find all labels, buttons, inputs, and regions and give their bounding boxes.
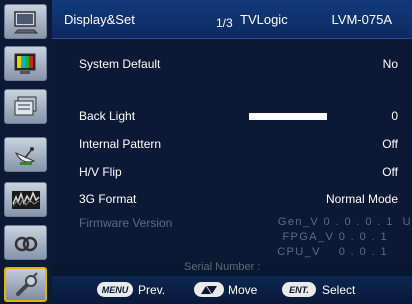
menu-item-label: System Default (79, 57, 161, 71)
sidebar-item-display[interactable] (4, 4, 47, 39)
firmware-fpga-version: FPGA_V 0 . 0 . 1 (282, 231, 388, 243)
menu-item-label: Back Light (79, 109, 136, 123)
enter-key-icon: ENT. (282, 282, 316, 297)
serial-number-label: Serial Number : (184, 261, 261, 273)
menu-header: Display&Set 1/3 TVLogic LVM-075A (52, 0, 412, 39)
menu-item-value: 0 (391, 109, 398, 123)
model-name: LVM-075A (331, 12, 392, 27)
tools-icon (15, 271, 38, 296)
sidebar-item-color[interactable] (4, 46, 47, 81)
menu-key-icon: MENU (97, 282, 133, 297)
page-indicator: 1/3 (216, 16, 233, 30)
menu-item-label: Internal Pattern (79, 137, 162, 151)
firmware-gen-version: Gen_V 0 . 0 . 0 . 1 U (277, 216, 412, 228)
sidebar-item-scopes[interactable] (4, 182, 47, 217)
menu-item-internal-pattern[interactable]: Internal Pattern Off (52, 133, 412, 155)
key-guide-footer: MENU Prev. Move ENT. Select (52, 276, 412, 304)
satellite-dish-icon (14, 146, 35, 165)
monitor-icon (13, 10, 38, 33)
menu-list: System Default No Back Light 0 Internal … (52, 39, 412, 273)
color-bars-icon (14, 53, 35, 74)
up-down-key-icon (194, 282, 224, 297)
back-light-slider-fill (249, 113, 327, 120)
sidebar-item-windows[interactable] (4, 89, 47, 124)
menu-item-3g-format[interactable]: 3G Format Normal Mode (52, 188, 412, 210)
menu-item-hv-flip[interactable]: H/V Flip Off (52, 161, 412, 183)
waveform-icon (11, 190, 40, 209)
sidebar-item-system[interactable] (4, 267, 47, 302)
page-title: Display&Set (64, 12, 135, 27)
audio-link-icon (14, 236, 37, 251)
menu-item-value: No (382, 57, 398, 71)
prev-label: Prev. (138, 283, 166, 297)
menu-item-value: Off (382, 165, 398, 179)
menu-item-label: H/V Flip (79, 165, 122, 179)
menu-item-label: Firmware Version (79, 216, 173, 230)
menu-item-value: Off (382, 137, 398, 151)
window-panel-icon (14, 96, 36, 115)
menu-item-back-light[interactable]: Back Light 0 (52, 105, 412, 127)
move-label: Move (228, 283, 258, 297)
menu-item-value: Normal Mode (325, 192, 398, 206)
menu-item-firmware-version: Firmware Version Gen_V 0 . 0 . 0 . 1 U F… (52, 212, 412, 262)
back-light-slider[interactable] (249, 113, 379, 120)
menu-item-system-default[interactable]: System Default No (52, 53, 412, 75)
menu-item-label: 3G Format (79, 192, 137, 206)
brand-name: TVLogic (240, 12, 288, 27)
select-label: Select (322, 283, 356, 297)
sidebar-item-audio[interactable] (4, 225, 47, 260)
firmware-cpu-version: CPU_V 0 . 0 . 1 (277, 246, 388, 258)
sidebar (0, 0, 52, 304)
sidebar-item-input[interactable] (4, 137, 47, 172)
